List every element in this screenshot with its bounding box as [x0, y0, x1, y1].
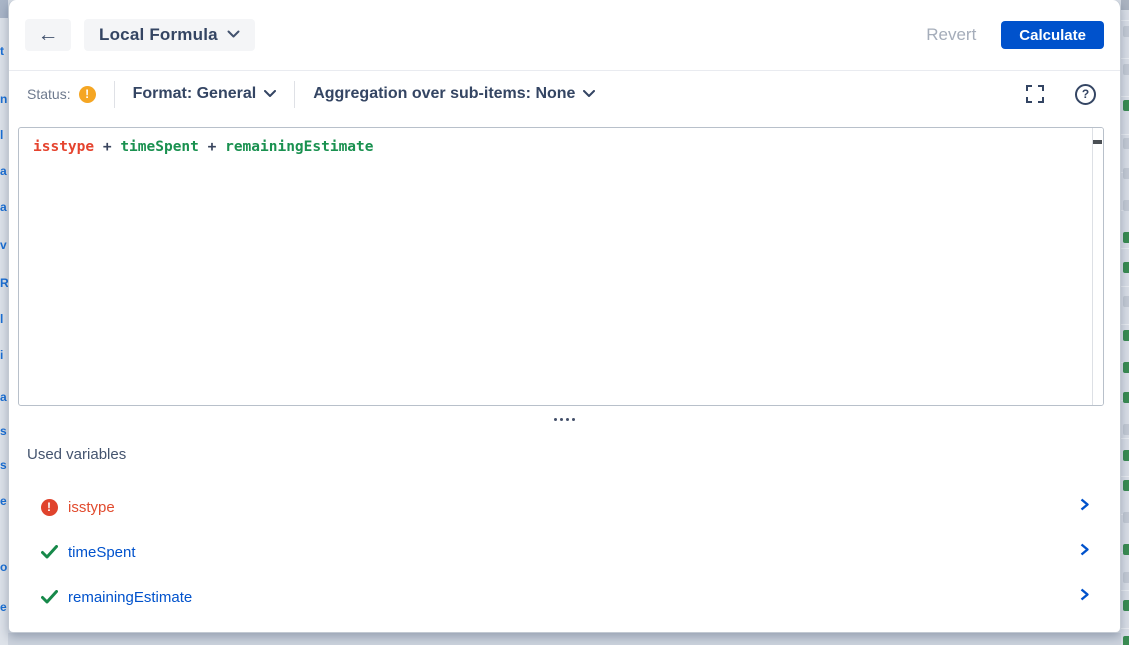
fullscreen-icon[interactable]: [1024, 83, 1046, 105]
background-status-chip: [1123, 200, 1129, 211]
chevron-right-icon[interactable]: [1079, 543, 1090, 561]
background-status-chip: [1123, 262, 1129, 273]
background-status-chip: [1123, 480, 1129, 491]
background-status-chip: [1123, 392, 1129, 403]
formula-token-field: remainingEstimate: [225, 139, 373, 155]
background-text-fragment: a: [0, 390, 8, 404]
back-button[interactable]: ←: [25, 19, 71, 51]
error-icon: !: [40, 499, 58, 516]
background-header-corner: [1121, 0, 1129, 10]
formula-token-error: isstype: [33, 139, 94, 155]
formula-token-op: +: [199, 139, 225, 155]
background-status-chip: [1123, 330, 1129, 341]
variable-name[interactable]: isstype: [68, 499, 115, 516]
toolbar-divider: [294, 81, 295, 108]
background-text-fragment: o: [0, 560, 8, 574]
background-row-line: [1121, 324, 1129, 325]
background-status-chip: [1123, 636, 1129, 645]
background-status-chip: [1123, 544, 1129, 555]
chevron-right-icon[interactable]: [1079, 588, 1090, 606]
background-row-line: [1121, 58, 1129, 59]
background-row-line: [1121, 590, 1129, 591]
formula-token-op: +: [94, 139, 120, 155]
background-right-rail: [1121, 0, 1129, 645]
background-text-fragment: s: [0, 424, 8, 438]
formula-editor-panel: ← Local Formula Revert Calculate Status:…: [8, 0, 1121, 633]
background-status-chip: [1123, 138, 1129, 149]
background-text-fragment: R: [0, 276, 8, 290]
editor-resize-handle[interactable]: [9, 406, 1120, 432]
variable-row[interactable]: ! isstype: [9, 494, 1120, 520]
background-text-fragment: s: [0, 458, 8, 472]
background-status-chip: [1123, 450, 1129, 461]
background-status-chip: [1123, 424, 1129, 435]
background-row-line: [1121, 286, 1129, 287]
background-text-fragment: a: [0, 164, 8, 178]
chevron-right-icon[interactable]: [1079, 498, 1090, 516]
background-row-line: [1121, 96, 1129, 97]
background-status-chip: [1123, 26, 1129, 37]
check-icon: [40, 545, 58, 559]
background-text-fragment: l: [0, 312, 8, 326]
background-row-line: [1121, 628, 1129, 629]
formula-title-dropdown[interactable]: Local Formula: [84, 19, 255, 51]
background-row-line: [1121, 476, 1129, 477]
background-text-fragment: v: [0, 238, 8, 252]
background-text-fragment: l: [0, 128, 8, 142]
background-text-fragment: a: [0, 200, 8, 214]
background-status-chip: [1123, 168, 1129, 179]
formula-code-editor[interactable]: isstype + timeSpent + remainingEstimate: [18, 127, 1104, 406]
panel-header: ← Local Formula Revert Calculate: [9, 0, 1120, 71]
format-label: Format: General: [133, 85, 257, 103]
editor-scrollbar[interactable]: [1092, 128, 1103, 405]
chevron-down-icon: [264, 85, 276, 103]
background-status-chip: [1123, 232, 1129, 243]
background-status-chip: [1123, 512, 1129, 523]
background-status-chip: [1123, 100, 1129, 111]
status-warning-icon[interactable]: !: [79, 86, 96, 103]
used-variables-title: Used variables: [27, 446, 1120, 463]
toolbar-divider: [114, 81, 115, 108]
background-status-chip: [1123, 600, 1129, 611]
editor-scrollbar-thumb[interactable]: [1093, 140, 1102, 144]
chevron-down-icon: [227, 26, 240, 44]
formula-code-line: isstype + timeSpent + remainingEstimate: [19, 128, 1103, 166]
background-status-chip: [1123, 362, 1129, 373]
variable-row[interactable]: remainingEstimate: [9, 584, 1120, 610]
background-status-chip: [1123, 64, 1129, 75]
background-text-fragment: t: [0, 44, 8, 58]
background-bottom-strip: [8, 633, 1121, 645]
panel-title: Local Formula: [99, 25, 218, 45]
aggregation-label: Aggregation over sub-items: None: [313, 85, 575, 103]
background-row-line: [1121, 134, 1129, 135]
calculate-button[interactable]: Calculate: [1001, 21, 1104, 49]
used-variables-list: ! isstype timeSpent remainingEstimate: [9, 494, 1120, 610]
formula-token-field: timeSpent: [120, 139, 199, 155]
background-status-chip: [1123, 296, 1129, 307]
background-text-fragment: n: [0, 92, 8, 106]
background-text-fragment: e: [0, 494, 8, 508]
help-icon[interactable]: ?: [1075, 84, 1096, 105]
editor-toolbar: Status: ! Format: General Aggregation ov…: [9, 71, 1120, 117]
revert-button[interactable]: Revert: [926, 25, 976, 45]
background-row-line: [1121, 248, 1129, 249]
variable-row[interactable]: timeSpent: [9, 539, 1120, 565]
status-label: Status:: [27, 86, 71, 102]
format-dropdown[interactable]: Format: General: [133, 85, 277, 103]
chevron-down-icon: [583, 85, 595, 103]
background-text-fragment: e: [0, 600, 8, 614]
background-row-line: [1121, 20, 1129, 21]
variable-name[interactable]: timeSpent: [68, 544, 136, 561]
variable-name[interactable]: remainingEstimate: [68, 589, 192, 606]
background-status-chip: [1123, 572, 1129, 583]
background-row-line: [1121, 438, 1129, 439]
aggregation-dropdown[interactable]: Aggregation over sub-items: None: [313, 85, 595, 103]
background-text-fragment: i: [0, 348, 8, 362]
background-left-rail: t n l a a v Rl i a s s e o e: [0, 0, 8, 645]
background-header-corner: [0, 0, 8, 18]
check-icon: [40, 590, 58, 604]
